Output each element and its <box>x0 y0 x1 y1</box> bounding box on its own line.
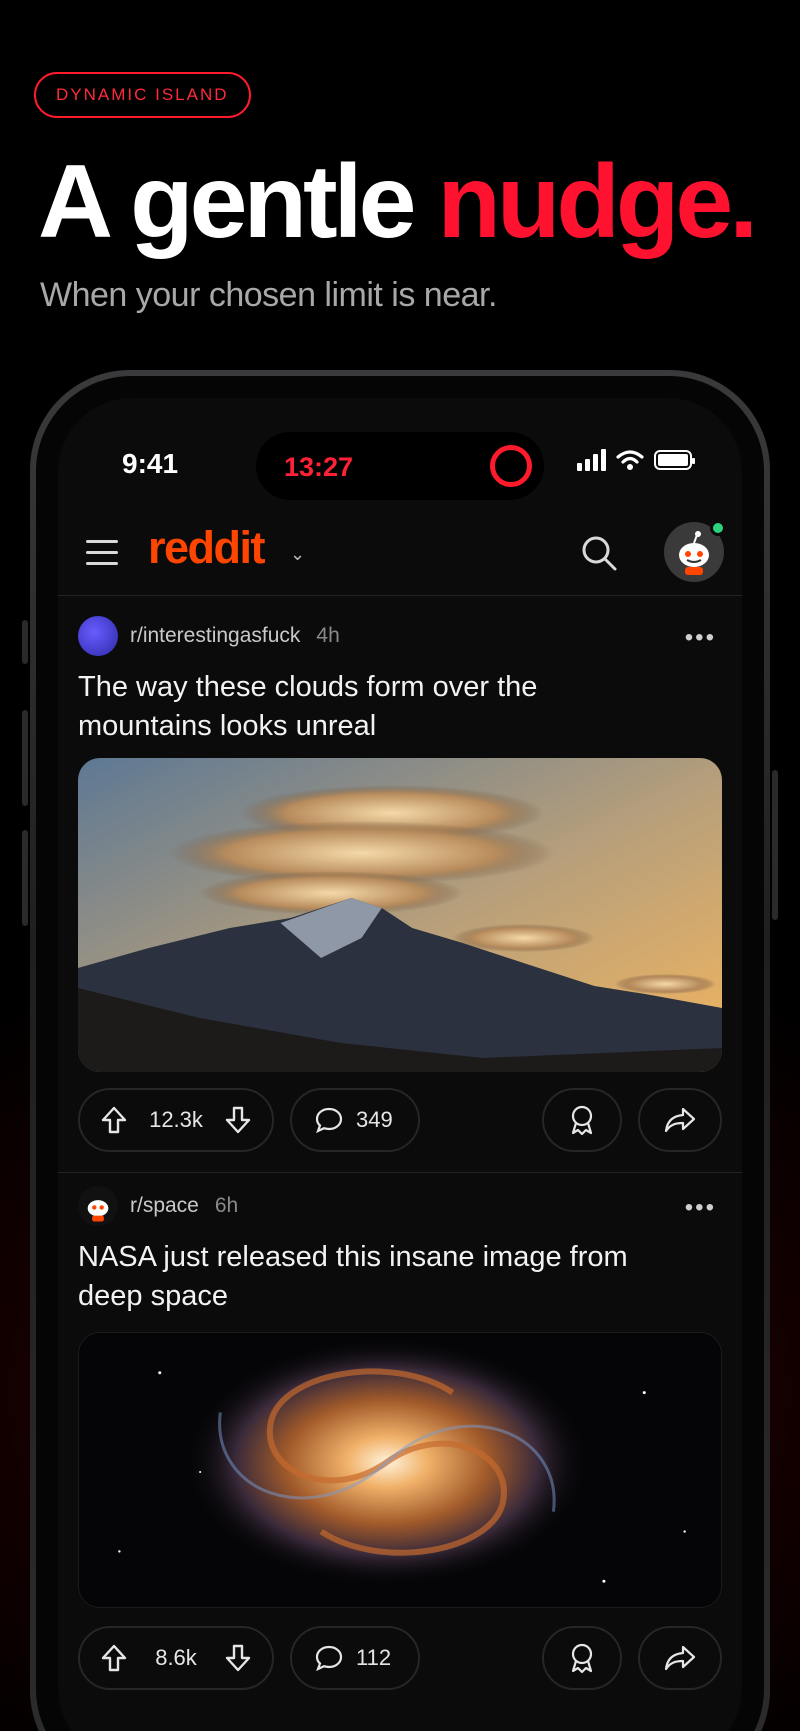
comment-icon <box>315 1107 343 1134</box>
avatar[interactable] <box>664 520 726 582</box>
upvote-count: 8.6k <box>155 1645 197 1670</box>
subreddit-name[interactable]: r/interestingasfuck <box>130 624 300 648</box>
battery-icon <box>654 450 695 470</box>
galaxy-image <box>79 1333 721 1607</box>
vote-control: 8.6k <box>78 1626 274 1690</box>
post-title[interactable]: The way these clouds form over the mount… <box>78 668 652 746</box>
share-icon <box>664 1107 696 1133</box>
timer-ring-icon <box>490 445 532 487</box>
more-options-icon[interactable]: ••• <box>685 1194 716 1222</box>
upvote-icon[interactable] <box>100 1643 128 1673</box>
menu-icon[interactable] <box>86 540 118 573</box>
upvote-icon[interactable] <box>100 1105 128 1135</box>
cellular-signal-icon <box>577 449 606 471</box>
post-meta: r/interestingasfuck 4h <box>78 616 340 656</box>
post-title[interactable]: NASA just released this insane image fro… <box>78 1238 652 1316</box>
post-image[interactable] <box>78 1332 722 1608</box>
post-actions: 12.3k 349 <box>78 1088 722 1152</box>
wifi-icon <box>616 450 644 470</box>
phone-volume-up-button <box>22 710 28 806</box>
post-age: 6h <box>214 1194 239 1217</box>
upvote-count: 12.3k <box>149 1107 203 1132</box>
phone-action-button <box>22 620 28 664</box>
post-divider <box>58 1172 742 1173</box>
share-button[interactable] <box>638 1088 722 1152</box>
post-actions: 8.6k 112 <box>78 1626 722 1690</box>
phone-frame: 9:41 13:27 reddit ⌄ r/interestingasfuck … <box>30 370 770 1731</box>
snoo-avatar-icon <box>679 531 709 575</box>
headline: A gentle nudge. <box>38 150 758 254</box>
online-status-dot <box>710 520 726 536</box>
reddit-logo[interactable]: reddit <box>148 522 266 574</box>
comment-count: 112 <box>356 1645 392 1670</box>
comment-count: 349 <box>356 1107 393 1132</box>
subreddit-icon[interactable] <box>78 616 118 656</box>
downvote-icon[interactable] <box>224 1105 252 1135</box>
snoo-icon <box>87 1200 109 1222</box>
award-icon <box>571 1105 593 1136</box>
post-image[interactable] <box>78 758 722 1072</box>
award-button[interactable] <box>542 1088 622 1152</box>
phone-power-button <box>772 770 778 920</box>
post-card[interactable]: r/space 6h ••• NASA just released this i… <box>58 1186 742 1731</box>
status-icons <box>577 449 695 471</box>
phone-bezel: 9:41 13:27 reddit ⌄ r/interestingasfuck … <box>36 376 764 1731</box>
post-age: 4h <box>316 624 340 647</box>
award-button[interactable] <box>542 1626 622 1690</box>
subreddit-icon[interactable] <box>78 1186 118 1226</box>
headline-accent: nudge. <box>437 144 758 260</box>
island-timer: 13:27 <box>284 452 354 482</box>
subreddit-name[interactable]: r/space <box>130 1194 199 1218</box>
comments-button[interactable]: 349 <box>290 1088 420 1152</box>
chevron-down-icon[interactable]: ⌄ <box>290 544 305 565</box>
comment-icon <box>315 1645 343 1672</box>
phone-screen: 9:41 13:27 reddit ⌄ r/interestingasfuck … <box>58 398 742 1731</box>
post-meta: r/space 6h <box>78 1186 238 1226</box>
phone-volume-down-button <box>22 830 28 926</box>
post-card[interactable]: r/interestingasfuck 4h ••• The way these… <box>58 616 742 1176</box>
dynamic-island[interactable]: 13:27 <box>256 432 544 500</box>
app-header: reddit ⌄ <box>58 508 742 596</box>
search-icon[interactable] <box>580 534 618 572</box>
vote-control: 12.3k <box>78 1088 274 1152</box>
share-icon <box>664 1645 696 1671</box>
status-time: 9:41 <box>122 448 179 479</box>
downvote-icon[interactable] <box>224 1643 252 1673</box>
more-options-icon[interactable]: ••• <box>685 624 716 652</box>
award-icon <box>571 1643 593 1674</box>
mountain-clouds-image <box>78 758 722 1072</box>
share-button[interactable] <box>638 1626 722 1690</box>
headline-main: A gentle <box>38 144 416 260</box>
subheadline: When your chosen limit is near. <box>40 276 497 314</box>
feature-badge: DYNAMIC ISLAND <box>34 72 251 118</box>
comments-button[interactable]: 112 <box>290 1626 420 1690</box>
